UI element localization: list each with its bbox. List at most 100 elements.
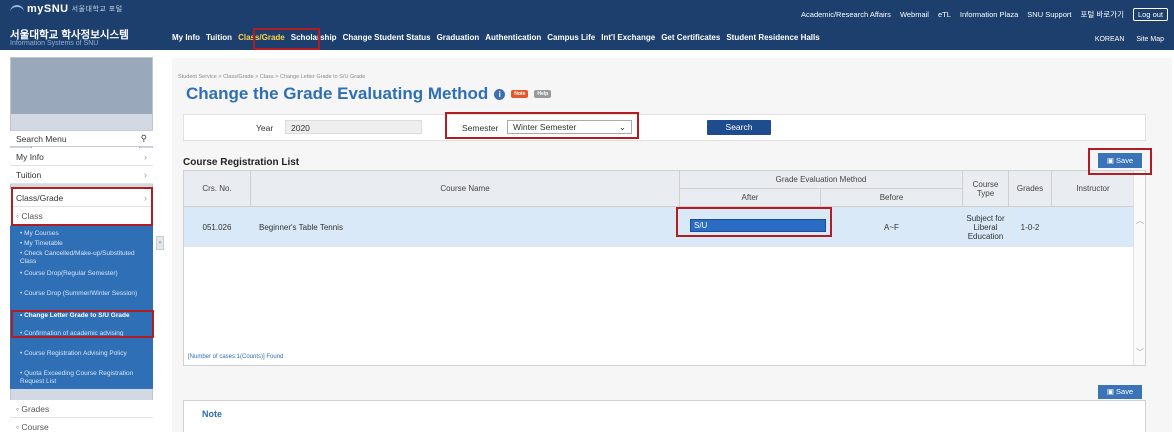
util-link-portal[interactable]: 포털 바로가기 <box>1080 9 1123 20</box>
page-title-text: Change the Grade Evaluating Method <box>186 84 489 103</box>
top-header: mySNU 서울대학교 포털 서울대학교 학사정보시스템 Information… <box>0 0 1174 50</box>
chevron-right-icon: › <box>144 151 147 162</box>
submenu-course-drop-regular[interactable]: • Course Drop(Regular Semester) <box>10 270 153 278</box>
submenu-registration-advising[interactable]: • Course Registration Advising Policy <box>10 350 153 358</box>
submenu-change-letter-grade[interactable]: • Change Letter Grade to S/U Grade <box>10 312 153 320</box>
filter-bar: Year 2020 Semester Winter Semester ⌄ Sea… <box>183 114 1146 141</box>
chevron-right-icon: › <box>144 169 147 180</box>
nav-campus-life[interactable]: Campus Life <box>547 33 595 42</box>
chevron-right-icon: › <box>144 192 147 203</box>
sidebar-item-tuition[interactable]: Tuition › <box>10 166 153 184</box>
cell-before: A~F <box>821 207 963 247</box>
record-count: [Number of cases:1(Counts)] Found <box>188 354 284 360</box>
sidebar-banner <box>11 58 152 114</box>
nav-class-grade[interactable]: Class/Grade <box>238 33 285 42</box>
course-registration-grid: Crs. No. Course Name Grade Evaluation Me… <box>183 170 1146 366</box>
sidebar-item-label: Class/Grade <box>16 192 64 203</box>
col-header-course-type: Course Type <box>963 171 1009 207</box>
sidebar-collapse-toggle[interactable]: » <box>156 236 164 250</box>
search-icon[interactable]: ⚲ <box>141 133 147 144</box>
sidebar-item-my-info[interactable]: My Info › <box>10 148 153 166</box>
after-method-input[interactable]: S/U <box>690 219 826 232</box>
util-link-academic[interactable]: Academic/Research Affairs <box>801 10 891 19</box>
snu-swirl-icon <box>10 5 24 13</box>
nav-residence-halls[interactable]: Student Residence Halls <box>726 33 819 42</box>
language-link[interactable]: KOREAN <box>1095 36 1125 43</box>
page-title: Change the Grade Evaluating Method i Not… <box>186 84 552 104</box>
submenu-course-drop-session[interactable]: • Course Drop (Summer/Winter Session) <box>10 290 153 298</box>
nav-right: KOREAN Site Map <box>1095 36 1164 43</box>
save-button[interactable]: ▣ Save <box>1098 153 1142 168</box>
logo-text: mySNU <box>27 3 69 15</box>
submenu-my-courses[interactable]: • My Courses <box>10 230 153 238</box>
submenu-check-cancelled[interactable]: • Check Cancelled/Make-up/Substituted Cl… <box>10 250 153 265</box>
logout-button[interactable]: Log out <box>1132 8 1168 21</box>
nav-my-info[interactable]: My Info <box>172 33 200 42</box>
sidebar-item-class-grade[interactable]: Class/Grade › <box>10 189 153 207</box>
save-icon: ▣ <box>1106 387 1117 396</box>
nav-graduation[interactable]: Graduation <box>437 33 480 42</box>
brand[interactable]: mySNU 서울대학교 포털 서울대학교 학사정보시스템 Information… <box>10 3 129 47</box>
col-header-grades: Grades <box>1009 171 1052 207</box>
sitemap-link[interactable]: Site Map <box>1136 36 1164 43</box>
submenu-confirmation-advising[interactable]: • Confirmation of academic advising <box>10 330 153 338</box>
sidebar-item-label: ◦ Grades <box>16 403 50 414</box>
save-button-bottom[interactable]: ▣ Save <box>1098 385 1142 399</box>
search-menu-placeholder: Search Menu <box>16 133 67 144</box>
cell-crs-no: 051.026 <box>184 207 251 247</box>
col-header-before: Before <box>821 189 963 207</box>
semester-label: Semester <box>462 123 499 133</box>
sidebar-item-label: My Info <box>16 151 44 162</box>
sidebar-item-label: Tuition <box>16 169 42 180</box>
class-submenu: • My Courses • My Timetable • Check Canc… <box>10 226 153 389</box>
year-label: Year <box>256 123 274 133</box>
submenu-quota-exceeding[interactable]: • Quota Exceeding Course Registration Re… <box>10 370 153 385</box>
col-header-grade-eval: Grade Evaluation Method <box>680 171 963 189</box>
breadcrumb: Student Service > Class/Grade > Class > … <box>178 74 366 80</box>
vertical-scrollbar[interactable]: ︿ ﹀ <box>1133 171 1145 365</box>
nav-tuition[interactable]: Tuition <box>206 33 232 42</box>
main-content: Student Service > Class/Grade > Class > … <box>172 58 1172 432</box>
cell-instructor <box>1052 207 1135 247</box>
sidebar-item-class[interactable]: ◦ Class <box>10 207 153 225</box>
utility-nav: Academic/Research Affairs Webmail eTL In… <box>801 8 1168 21</box>
save-icon: ▣ <box>1106 156 1117 165</box>
util-link-webmail[interactable]: Webmail <box>900 10 929 19</box>
sidebar-item-course[interactable]: ◦ Course <box>10 418 153 432</box>
search-button[interactable]: Search <box>707 120 771 135</box>
nav-scholarship[interactable]: Scholarship <box>291 33 337 42</box>
col-header-after: After <box>680 189 821 207</box>
cell-course-name: Beginner's Table Tennis <box>251 207 680 247</box>
info-icon[interactable]: i <box>494 88 506 100</box>
search-menu-input[interactable]: Search Menu ⚲ <box>10 130 153 147</box>
note-title: Note <box>202 409 222 419</box>
help-tag[interactable]: Help <box>534 90 552 98</box>
year-field: 2020 <box>285 120 422 134</box>
submenu-my-timetable[interactable]: • My Timetable <box>10 240 153 248</box>
cell-course-type: Subject for Liberal Education <box>963 207 1009 247</box>
sidebar-item-grades[interactable]: ◦ Grades <box>10 400 153 418</box>
util-link-snu-support[interactable]: SNU Support <box>1027 10 1071 19</box>
nav-get-certificates[interactable]: Get Certificates <box>661 33 720 42</box>
scroll-down-icon[interactable]: ﹀ <box>1136 347 1144 358</box>
nav-change-student-status[interactable]: Change Student Status <box>343 33 431 42</box>
nav-intl-exchange[interactable]: Int'l Exchange <box>601 33 655 42</box>
col-header-course-name: Course Name <box>251 171 680 207</box>
note-tag[interactable]: Note <box>511 90 529 98</box>
logo-subtext: 서울대학교 포털 <box>71 6 123 13</box>
nav-authentication[interactable]: Authentication <box>485 33 541 42</box>
semester-select[interactable]: Winter Semester ⌄ <box>507 120 632 134</box>
chevron-down-icon: ⌄ <box>618 121 626 132</box>
scroll-up-icon[interactable]: ︿ <box>1136 215 1144 226</box>
mysnu-logo[interactable]: mySNU 서울대학교 포털 <box>10 3 123 15</box>
system-subtitle: Information Systems of SNU <box>10 40 99 47</box>
sidebar-item-label: ◦ Class <box>16 210 43 221</box>
note-panel: Note <box>183 400 1146 432</box>
sidebar-item-label: ◦ Course <box>16 421 49 432</box>
col-header-instructor: Instructor <box>1052 171 1135 207</box>
semester-select-value: Winter Semester <box>513 122 577 132</box>
cell-grades: 1-0-2 <box>1009 207 1052 247</box>
util-link-etl[interactable]: eTL <box>938 10 951 19</box>
section-title: Course Registration List <box>183 157 300 168</box>
util-link-info-plaza[interactable]: Information Plaza <box>960 10 1018 19</box>
